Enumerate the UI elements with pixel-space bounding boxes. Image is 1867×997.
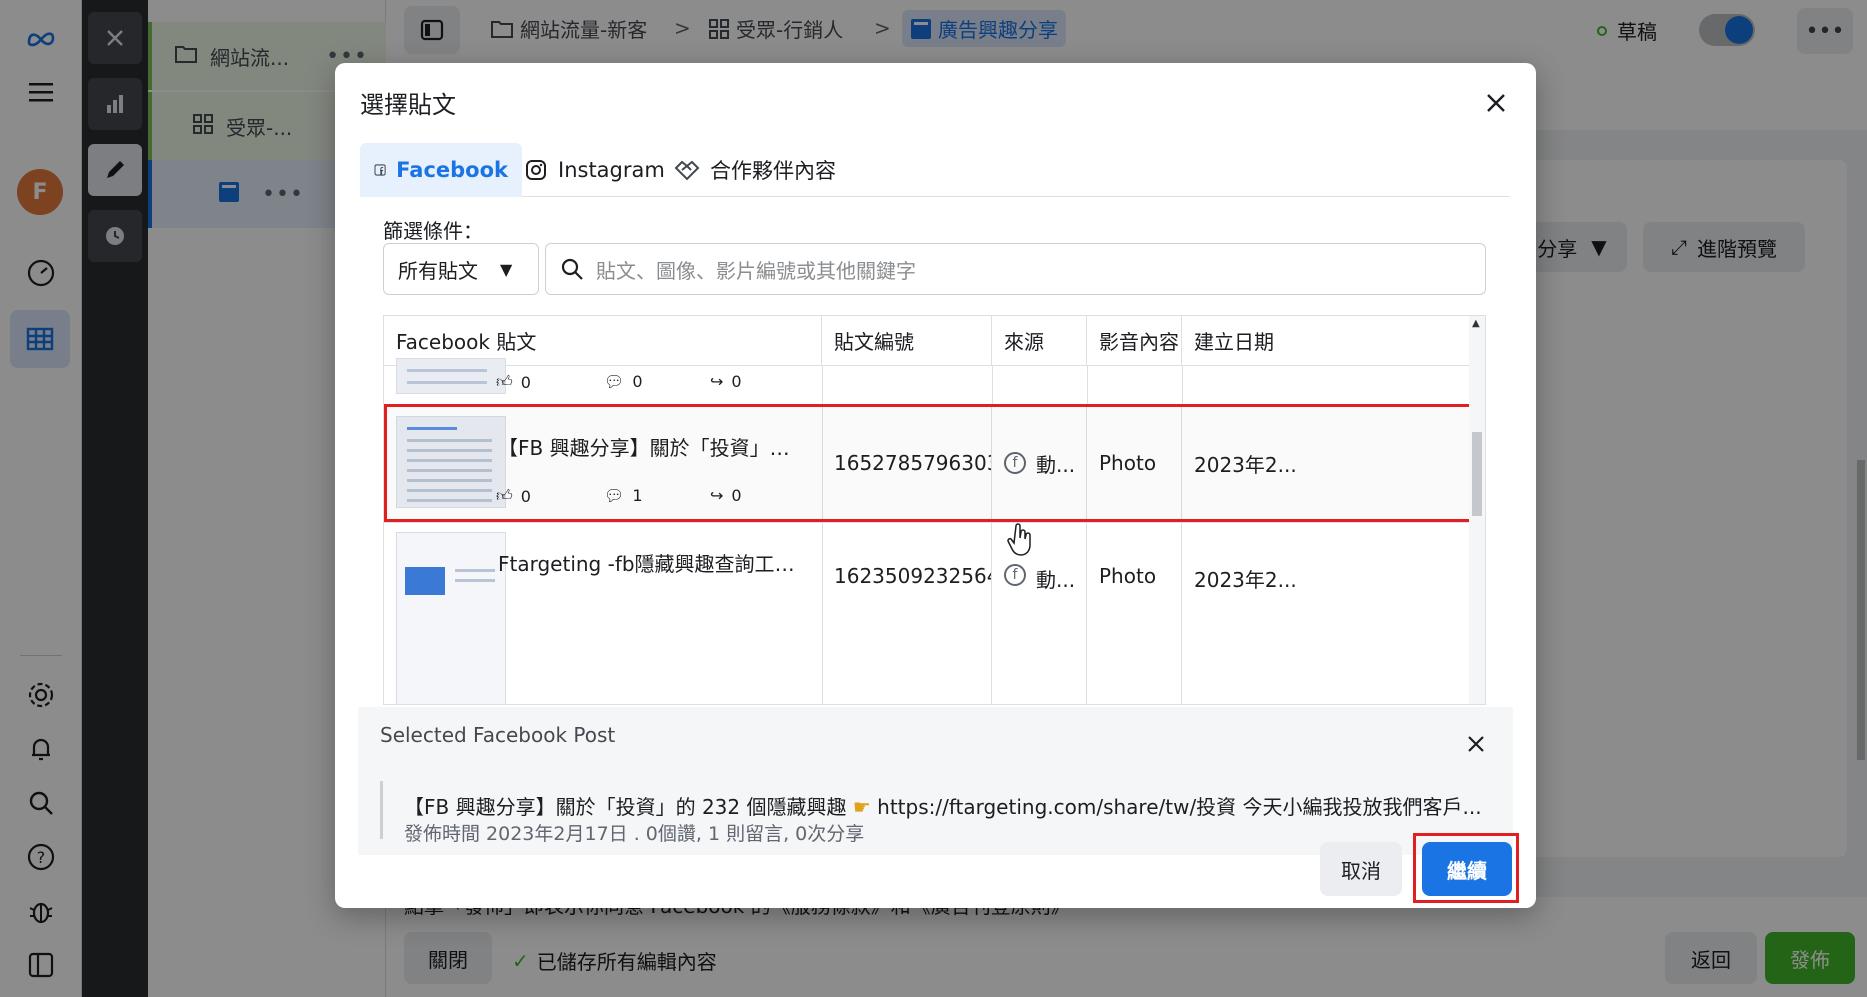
comments-count: 💬︎ 0 <box>604 372 643 391</box>
shares-count: ↪ 0 <box>710 372 742 391</box>
post-media-type: Photo <box>1087 522 1182 704</box>
continue-button[interactable]: 繼續 <box>1422 842 1512 896</box>
caret-down-icon: ▼ <box>500 259 513 279</box>
source-tabs: Facebook Instagram 合作夥伴內容 <box>360 143 1510 197</box>
column-header[interactable]: 影音內容 <box>1087 316 1182 366</box>
selected-post-text: 【FB 興趣分享】關於「投資」的 232 個隱藏興趣 ☛ https://fta… <box>404 795 1482 819</box>
close-dialog-icon[interactable] <box>1478 85 1514 121</box>
post-filter-dropdown[interactable]: 所有貼文 ▼ <box>383 243 539 295</box>
quote-bar <box>380 781 383 839</box>
share-arrow-icon: ↪ <box>710 372 724 391</box>
selected-row-highlight <box>384 404 1472 522</box>
post-date: 2023年2... <box>1194 568 1297 592</box>
tab-label: Facebook <box>396 158 508 182</box>
search-input[interactable]: 貼文、圖像、影片編號或其他關鍵字 <box>545 243 1486 295</box>
instagram-icon <box>526 160 546 180</box>
column-header[interactable]: 來源 <box>992 316 1087 366</box>
handshake-icon <box>674 160 700 181</box>
clear-selection-icon[interactable] <box>1461 729 1491 759</box>
thumbs-up-icon: 👍︎ <box>496 372 513 391</box>
dialog-title: 選擇貼文 <box>360 91 456 119</box>
table-scrollbar[interactable]: ▲ <box>1469 316 1485 704</box>
tab-facebook[interactable]: Facebook <box>360 143 522 197</box>
scroll-up-icon[interactable]: ▲ <box>1472 318 1480 329</box>
selected-post-panel: Selected Facebook Post 【FB 興趣分享】關於「投資」的 … <box>358 707 1513 855</box>
post-id: 162350923256467 <box>822 522 992 704</box>
selected-post-heading: Selected Facebook Post <box>380 723 616 747</box>
filter-value: 所有貼文 <box>398 258 478 283</box>
facebook-circle-icon: f <box>1004 564 1026 586</box>
search-placeholder: 貼文、圖像、影片編號或其他關鍵字 <box>596 258 916 283</box>
post-thumbnail <box>396 358 506 394</box>
filter-label: 篩選條件： <box>383 219 483 243</box>
tab-instagram[interactable]: Instagram <box>510 143 679 197</box>
facebook-icon <box>374 164 386 176</box>
select-post-dialog: 選擇貼文 Facebook Instagram 合作夥伴內容 篩選條件： 所有貼… <box>335 63 1536 908</box>
comment-icon: 💬︎ <box>604 372 625 391</box>
post-title: Ftargeting -fb隱藏興趣查詢工具的封... <box>498 552 808 576</box>
selected-post-meta: 發佈時間 2023年2月17日 . 0個讚, 1 則留言, 0次分享 <box>404 823 865 845</box>
hand-cursor-icon <box>1007 523 1031 556</box>
tab-label: 合作夥伴內容 <box>710 159 836 183</box>
column-header[interactable]: 貼文編號 <box>822 316 992 366</box>
posts-table: Facebook 貼文 貼文編號 來源 影音內容 建立日期 👍︎ 0 💬︎ 0 ↪ 0 <box>383 315 1486 705</box>
tab-label: Instagram <box>558 158 665 182</box>
likes-count: 👍︎ 0 <box>496 372 531 392</box>
cancel-button[interactable]: 取消 <box>1320 842 1402 896</box>
tab-partner-content[interactable]: 合作夥伴內容 <box>660 143 850 197</box>
post-thumbnail <box>396 532 506 704</box>
column-header[interactable]: 建立日期 <box>1182 316 1472 366</box>
pointing-hand-icon: ☛ <box>852 795 871 819</box>
search-icon <box>561 258 583 280</box>
